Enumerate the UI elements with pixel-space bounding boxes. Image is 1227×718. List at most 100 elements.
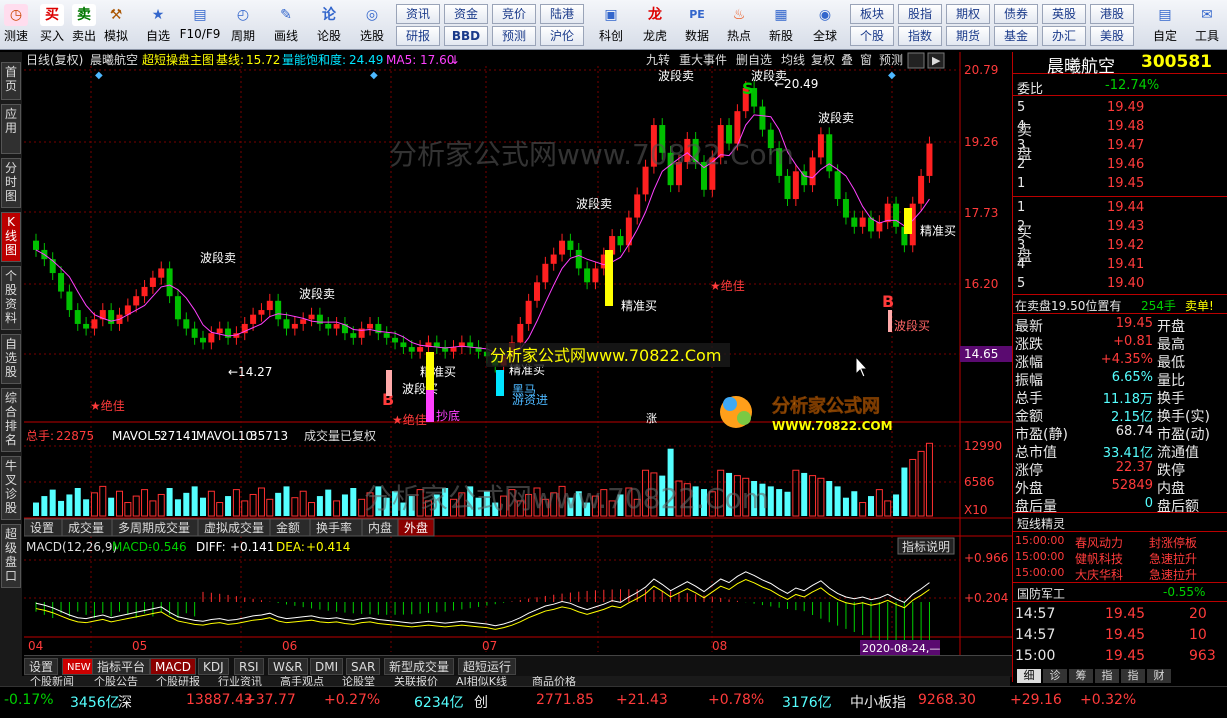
adjust-button[interactable]: 复权: [811, 53, 835, 67]
global-button[interactable]: ◉ 全球: [806, 2, 844, 48]
tab-stock-info[interactable]: 个股资料: [1, 266, 21, 330]
custom-button[interactable]: ▤ 自定: [1146, 2, 1184, 48]
tab-diagnosis[interactable]: 牛叉诊股: [1, 456, 21, 520]
spirit-row[interactable]: 15:00:00 春风动力 封涨停板: [1013, 532, 1227, 550]
vol-tab-volume[interactable]: 成交量: [68, 520, 104, 535]
sell-level-row[interactable]: 3 19.47: [1013, 136, 1227, 156]
funds-button[interactable]: 基金: [994, 26, 1038, 46]
options-button[interactable]: 期权: [946, 4, 990, 24]
vol-tab-inner[interactable]: 内盘: [368, 520, 392, 535]
tab-dmi[interactable]: DMI: [310, 658, 344, 675]
tab-super-orderbook[interactable]: 超级盘口: [1, 524, 21, 588]
news-button[interactable]: 资讯: [396, 4, 440, 24]
buy-level-row[interactable]: 1 19.44: [1013, 198, 1227, 218]
sell-level-row[interactable]: 5 19.49: [1013, 98, 1227, 118]
indices-button[interactable]: 指数: [898, 26, 942, 46]
tab-research[interactable]: 个股研报: [156, 676, 200, 686]
vol-tab-virtual[interactable]: 虚拟成交量: [204, 520, 264, 535]
tab-announcements[interactable]: 个股公告: [94, 676, 138, 686]
tab-ranking[interactable]: 综合排名: [1, 388, 21, 452]
vol-tab-multi-period[interactable]: 多周期成交量: [118, 520, 190, 535]
tab-indicator-settings[interactable]: 设置: [24, 658, 59, 675]
new-stock-button[interactable]: ▦ 新股: [762, 2, 800, 48]
draw-line-button[interactable]: ✎ 画线: [268, 2, 304, 48]
auction-button[interactable]: 竞价: [492, 4, 536, 24]
f10-button[interactable]: ▤ F10/F9: [178, 2, 222, 48]
tick-tab[interactable]: 指: [1095, 669, 1119, 683]
vol-tab-amount[interactable]: 金额: [276, 520, 300, 535]
sell-button[interactable]: 卖卖出: [70, 2, 98, 48]
buy-level-row[interactable]: 5 19.40: [1013, 274, 1227, 294]
bbd-button[interactable]: BBD: [444, 26, 488, 46]
tab-watchlist[interactable]: 自选股: [1, 334, 21, 384]
tab-commodity[interactable]: 商品价格: [532, 676, 576, 686]
tab-wr[interactable]: W&R: [268, 658, 308, 675]
hk-stocks-button[interactable]: 港股: [1090, 4, 1134, 24]
tab-indicator-platform[interactable]: 指标平台: [92, 658, 151, 675]
indicator-help-button[interactable]: 指标说明: [902, 539, 950, 554]
tab-rsi[interactable]: RSI: [234, 658, 264, 675]
discuss-button[interactable]: 论论股: [312, 2, 346, 48]
vol-tab-outer[interactable]: 外盘: [404, 520, 428, 535]
tab-timeshare[interactable]: 分时图: [1, 158, 21, 208]
tab-apps[interactable]: 应用: [1, 104, 21, 154]
tab-related-quotes[interactable]: 关联报价: [394, 676, 438, 686]
vol-tab-settings[interactable]: 设置: [30, 521, 54, 535]
forecast-chart-button[interactable]: 预测: [879, 53, 903, 67]
spirit-row[interactable]: 15:00:00 大庆华科 急速拉升: [1013, 564, 1227, 582]
tick-tab[interactable]: 指: [1121, 669, 1145, 683]
sector-name[interactable]: 国防军工: [1017, 585, 1065, 602]
window-button[interactable]: 窗: [860, 53, 872, 67]
simulate-button[interactable]: ⚒ 模拟: [102, 2, 130, 48]
tab-home[interactable]: 首页: [1, 62, 21, 100]
tools-button[interactable]: ✉ 工具: [1190, 2, 1224, 48]
remove-watchlist-button[interactable]: 删自选: [736, 53, 772, 67]
tab-kline[interactable]: K线图: [1, 212, 21, 262]
sector-button[interactable]: 板块: [850, 4, 894, 24]
fund-button[interactable]: 资金: [444, 4, 488, 24]
forex-button[interactable]: 办汇: [1042, 26, 1086, 46]
sell-level-row[interactable]: 2 19.46: [1013, 155, 1227, 175]
period-button[interactable]: ◴ 周期: [226, 2, 260, 48]
watchlist-button[interactable]: ★ 自选: [140, 2, 176, 48]
tab-sar[interactable]: SAR: [346, 658, 381, 675]
star-market-button[interactable]: ▣ 科创: [592, 2, 630, 48]
stock-select-button[interactable]: ◎ 选股: [354, 2, 390, 48]
uk-stocks-button[interactable]: 英股: [1042, 4, 1086, 24]
vol-tab-turnover[interactable]: 换手率: [316, 520, 352, 535]
tab-ultra-short[interactable]: 超短运行: [458, 658, 517, 675]
tab-expert-views[interactable]: 高手观点: [280, 676, 324, 686]
kline-chart[interactable]: 日线(复权) 晨曦航空 超短操盘主图 基线: 15.72 量能饱和度: 24.4…: [23, 52, 1012, 680]
us-stocks-button[interactable]: 美股: [1090, 26, 1134, 46]
tab-new-volume[interactable]: 新型成交量: [384, 658, 455, 675]
tab-forum[interactable]: 论股堂: [342, 676, 375, 686]
overlay-button[interactable]: 叠: [841, 53, 853, 67]
futures-button[interactable]: 期货: [946, 26, 990, 46]
spirit-row[interactable]: 15:00:00 健帆科技 急速拉升: [1013, 548, 1227, 566]
nine-turn-button[interactable]: 九转: [646, 52, 670, 67]
kline-chart-area[interactable]: 日线(复权) 晨曦航空 超短操盘主图 基线: 15.72 量能饱和度: 24.4…: [23, 52, 1012, 680]
speed-test-button[interactable]: ◷ 测速: [2, 2, 30, 48]
buy-button[interactable]: 买买入: [38, 2, 66, 48]
hk-connect-button[interactable]: 陆港: [540, 4, 584, 24]
buy-level-row[interactable]: 4 19.41: [1013, 255, 1227, 275]
sell-level-row[interactable]: 4 19.48: [1013, 117, 1227, 137]
tick-tab[interactable]: 细: [1017, 669, 1041, 683]
major-events-button[interactable]: 重大事件: [679, 53, 727, 67]
tab-macd[interactable]: MACD: [150, 658, 196, 675]
moving-average-button[interactable]: 均线: [781, 53, 805, 67]
hotspot-button[interactable]: ♨ 热点: [720, 2, 758, 48]
lock-icon[interactable]: [907, 52, 925, 69]
data-button[interactable]: PE 数据: [678, 2, 716, 48]
tab-kdj[interactable]: KDJ: [198, 658, 229, 675]
shanghai-london-button[interactable]: 沪伦: [540, 26, 584, 46]
tick-tab[interactable]: 诊: [1043, 669, 1067, 683]
buy-level-row[interactable]: 3 19.42: [1013, 236, 1227, 256]
tick-tab[interactable]: 财: [1147, 669, 1171, 683]
bonds-button[interactable]: 债券: [994, 4, 1038, 24]
sell-level-row[interactable]: 1 19.45: [1013, 174, 1227, 194]
tab-industry-news[interactable]: 行业资讯: [218, 676, 262, 686]
index-futures-button[interactable]: 股指: [898, 4, 942, 24]
research-button[interactable]: 研报: [396, 26, 440, 46]
tick-tab[interactable]: 筹: [1069, 669, 1093, 683]
